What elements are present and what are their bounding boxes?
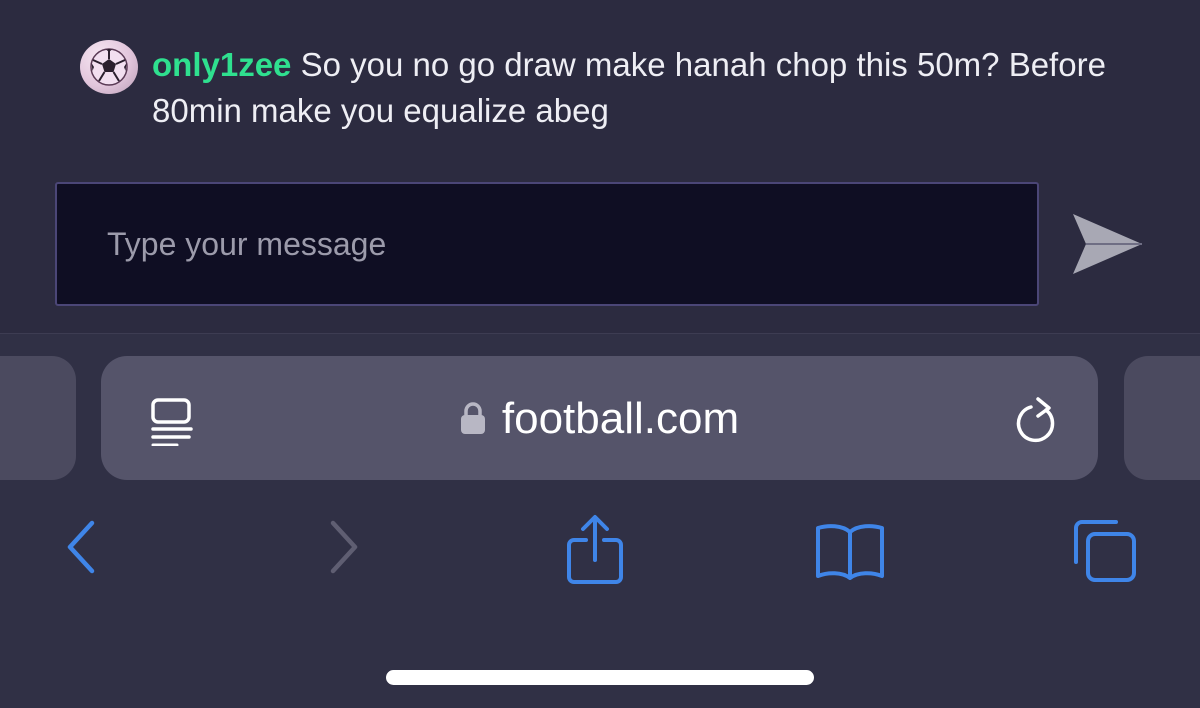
send-icon[interactable] xyxy=(1068,210,1146,278)
browser-toolbar: football.com xyxy=(0,333,1200,708)
message-input[interactable]: Type your message xyxy=(55,182,1039,306)
forward-icon[interactable] xyxy=(325,519,363,575)
message-body: So you no go draw make hanah chop this 5… xyxy=(152,46,1106,129)
home-indicator[interactable] xyxy=(386,670,814,685)
share-icon[interactable] xyxy=(564,514,626,586)
chat-panel: only1zee So you no go draw make hanah ch… xyxy=(0,0,1200,333)
next-tab-preview[interactable] xyxy=(1124,356,1200,480)
bookmarks-icon[interactable] xyxy=(814,522,886,582)
tabs-icon[interactable] xyxy=(1070,518,1140,586)
lock-icon xyxy=(460,402,485,434)
previous-tab-preview[interactable] xyxy=(0,356,76,480)
url-display[interactable]: football.com xyxy=(101,392,1098,446)
back-icon[interactable] xyxy=(62,519,100,575)
soccer-ball-icon xyxy=(90,48,128,86)
avatar[interactable] xyxy=(80,40,138,94)
address-bar[interactable]: football.com xyxy=(101,356,1098,480)
message-username[interactable]: only1zee xyxy=(152,46,291,83)
url-text: football.com xyxy=(501,394,740,443)
message-input-placeholder: Type your message xyxy=(107,225,387,262)
message-text: only1zee So you no go draw make hanah ch… xyxy=(152,42,1152,134)
reload-icon[interactable] xyxy=(1013,396,1063,448)
